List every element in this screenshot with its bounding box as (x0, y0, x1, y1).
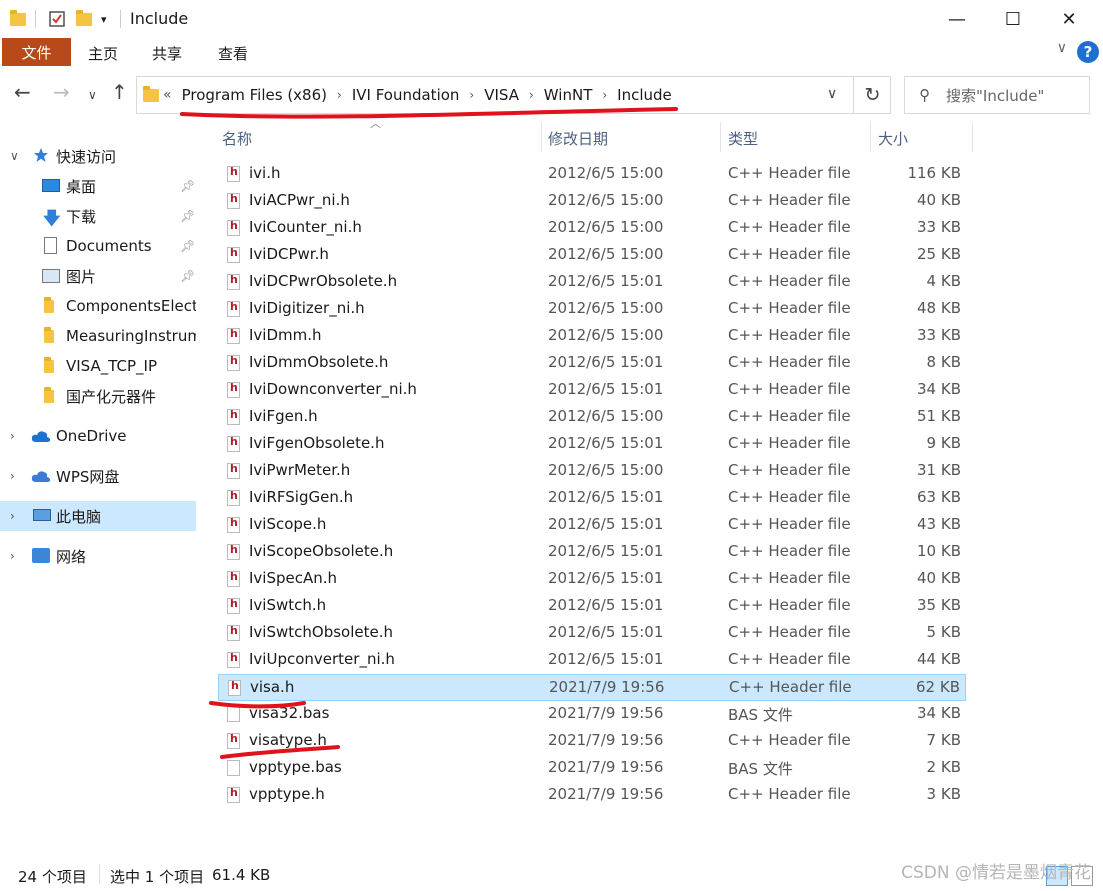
selection-size: 61.4 KB (212, 866, 271, 884)
divider (99, 864, 100, 884)
annotation-underlines (180, 107, 678, 759)
watermark: CSDN @情若是墨烟青花 (901, 863, 1091, 883)
item-count: 24 个项目 (18, 868, 87, 886)
selection-count: 选中 1 个项目 (110, 868, 205, 886)
